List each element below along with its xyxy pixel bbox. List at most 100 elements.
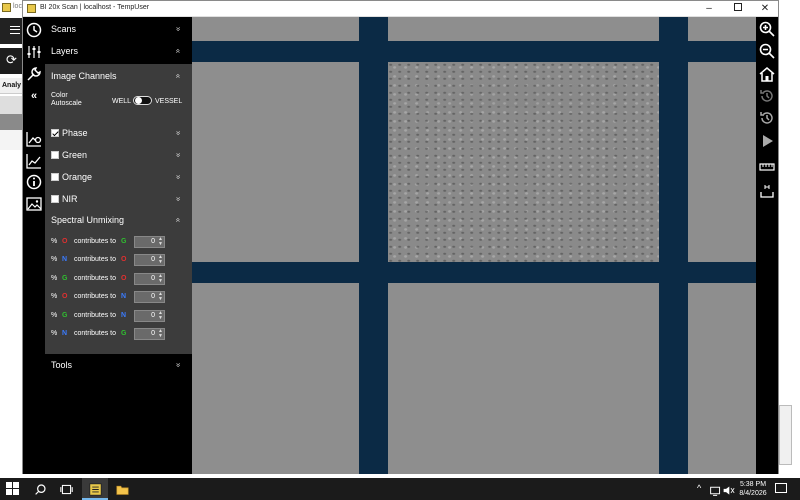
chevron-down-icon: » <box>173 174 183 180</box>
background-tab-analysis[interactable]: Analy <box>0 78 22 94</box>
spectral-unmixing-header[interactable]: Spectral Unmixing » <box>45 210 192 230</box>
background-row-selected[interactable] <box>0 114 22 130</box>
cell-image-tile <box>388 62 659 262</box>
target-channel: O <box>121 256 127 264</box>
phase-checkbox[interactable] <box>51 129 59 137</box>
window-titlebar[interactable]: BI 20x Scan | localhost - TempUser – ✕ <box>23 1 778 17</box>
unmix-value-stepper[interactable]: 0 ▲ ▼ <box>134 291 165 304</box>
image-tile <box>192 283 359 474</box>
chevron-up-icon: » <box>172 217 182 223</box>
autoscale-toggle[interactable] <box>133 96 152 105</box>
chart-settings-icon[interactable] <box>25 130 43 148</box>
background-scroll-panel[interactable] <box>779 405 792 465</box>
windows-start-icon[interactable] <box>6 482 20 496</box>
contributes-to-label: contributes to <box>74 274 117 282</box>
tray-volume-icon[interactable] <box>720 482 736 498</box>
unmix-value-stepper[interactable]: 0 ▲ ▼ <box>134 254 165 267</box>
taskbar-clock[interactable]: 5:38 PM 8/4/2026 <box>737 480 769 498</box>
unmix-value-stepper[interactable]: 0 ▲ ▼ <box>134 236 165 248</box>
spectral-unmixing-label: Spectral Unmixing <box>51 215 125 225</box>
background-row[interactable] <box>0 96 22 114</box>
stepper-arrows-icon[interactable]: ▲ ▼ <box>158 329 163 339</box>
image-channels-panel: Image Channels » Color Autoscale WELL VE… <box>45 64 192 354</box>
scans-section-header[interactable]: Scans » <box>45 19 192 39</box>
sliders-icon[interactable] <box>25 43 43 61</box>
channel-row-phase[interactable]: Phase » <box>45 123 192 143</box>
task-view-icon[interactable] <box>58 481 74 497</box>
scale-bar-icon[interactable] <box>759 183 775 199</box>
stepper-value: 0 <box>151 238 155 245</box>
channel-name: Phase <box>62 128 88 138</box>
image-channels-header[interactable]: Image Channels » <box>45 66 192 86</box>
background-row[interactable] <box>0 130 22 150</box>
unmix-value-stepper[interactable]: 0 ▲ ▼ <box>134 309 165 322</box>
incucyte-app-icon <box>87 481 103 497</box>
channel-row-green[interactable]: Green » <box>45 145 192 165</box>
percent-label: % <box>51 274 58 282</box>
stepper-value: 0 <box>151 311 155 319</box>
percent-label: % <box>51 256 58 264</box>
line-chart-icon[interactable] <box>25 152 43 170</box>
history-icon[interactable] <box>759 88 775 104</box>
nir-checkbox[interactable] <box>51 195 59 203</box>
home-icon[interactable] <box>759 66 775 82</box>
info-icon[interactable] <box>25 173 43 191</box>
contributes-to-label: contributes to <box>74 311 117 319</box>
collapse-panel-icon[interactable]: « <box>25 90 43 102</box>
minimize-button[interactable]: – <box>695 1 723 17</box>
contributes-to-label: contributes to <box>74 256 117 264</box>
layers-section-header[interactable]: Layers » <box>45 41 192 61</box>
tray-chevron-up-icon[interactable]: ^ <box>697 483 701 493</box>
image-tile <box>192 17 359 41</box>
image-tile <box>192 62 359 262</box>
unmix-value-stepper[interactable]: 0 ▲ ▼ <box>134 272 165 285</box>
maximize-button[interactable] <box>724 1 752 17</box>
target-channel: G <box>121 238 127 245</box>
chevron-down-icon: » <box>173 362 183 368</box>
search-icon[interactable] <box>32 481 48 497</box>
wrench-icon[interactable] <box>25 65 43 83</box>
zoom-in-icon[interactable] <box>759 21 775 37</box>
close-button[interactable]: ✕ <box>751 1 779 17</box>
sync-icon[interactable]: ⟳ <box>6 53 17 67</box>
source-channel: O <box>62 238 68 245</box>
autoscale-option-vessel[interactable]: VESSEL <box>155 98 182 105</box>
image-icon[interactable] <box>25 195 43 213</box>
notifications-icon[interactable] <box>775 483 787 493</box>
image-tile <box>388 17 659 41</box>
clock-icon[interactable] <box>25 21 43 39</box>
autoscale-option-well[interactable]: WELL <box>112 98 131 105</box>
tools-section-header[interactable]: Tools » <box>45 355 192 375</box>
file-explorer-icon[interactable] <box>114 481 130 497</box>
app-icon <box>27 4 36 13</box>
percent-label: % <box>51 293 58 301</box>
zoom-out-icon[interactable] <box>759 43 775 59</box>
chevron-down-icon: » <box>173 26 183 32</box>
color-autoscale-label: Color Autoscale <box>51 92 82 107</box>
taskbar-app-active[interactable] <box>82 478 108 500</box>
stepper-arrows-icon[interactable]: ▲ ▼ <box>158 292 163 302</box>
unmix-row: % Ocontributes to N 0 ▲ ▼ <box>51 290 191 304</box>
green-checkbox[interactable] <box>51 151 59 159</box>
scan-viewer-window: BI 20x Scan | localhost - TempUser – ✕ « <box>22 0 779 474</box>
image-viewer[interactable] <box>192 17 756 474</box>
chevron-up-icon: » <box>172 73 182 79</box>
stepper-value: 0 <box>151 256 155 264</box>
channel-row-nir[interactable]: NIR » <box>45 189 192 209</box>
clock-date: 8/4/2026 <box>739 490 767 497</box>
play-icon[interactable] <box>759 133 775 149</box>
stepper-arrows-icon[interactable]: ▲ ▼ <box>158 255 163 265</box>
unmix-value-stepper[interactable]: 0 ▲ ▼ <box>134 328 165 340</box>
ruler-icon[interactable] <box>759 159 775 175</box>
right-toolbar <box>756 17 778 474</box>
hamburger-menu-icon[interactable] <box>10 26 20 34</box>
orange-checkbox[interactable] <box>51 173 59 181</box>
restore-icon[interactable] <box>759 110 775 126</box>
channel-name: Green <box>62 150 88 160</box>
channel-row-orange[interactable]: Orange » <box>45 167 192 187</box>
stepper-arrows-icon[interactable]: ▲ ▼ <box>158 237 163 247</box>
source-channel: N <box>62 330 68 337</box>
stepper-arrows-icon[interactable]: ▲ ▼ <box>158 310 163 321</box>
percent-label: % <box>51 311 58 319</box>
stepper-arrows-icon[interactable]: ▲ ▼ <box>158 273 163 284</box>
